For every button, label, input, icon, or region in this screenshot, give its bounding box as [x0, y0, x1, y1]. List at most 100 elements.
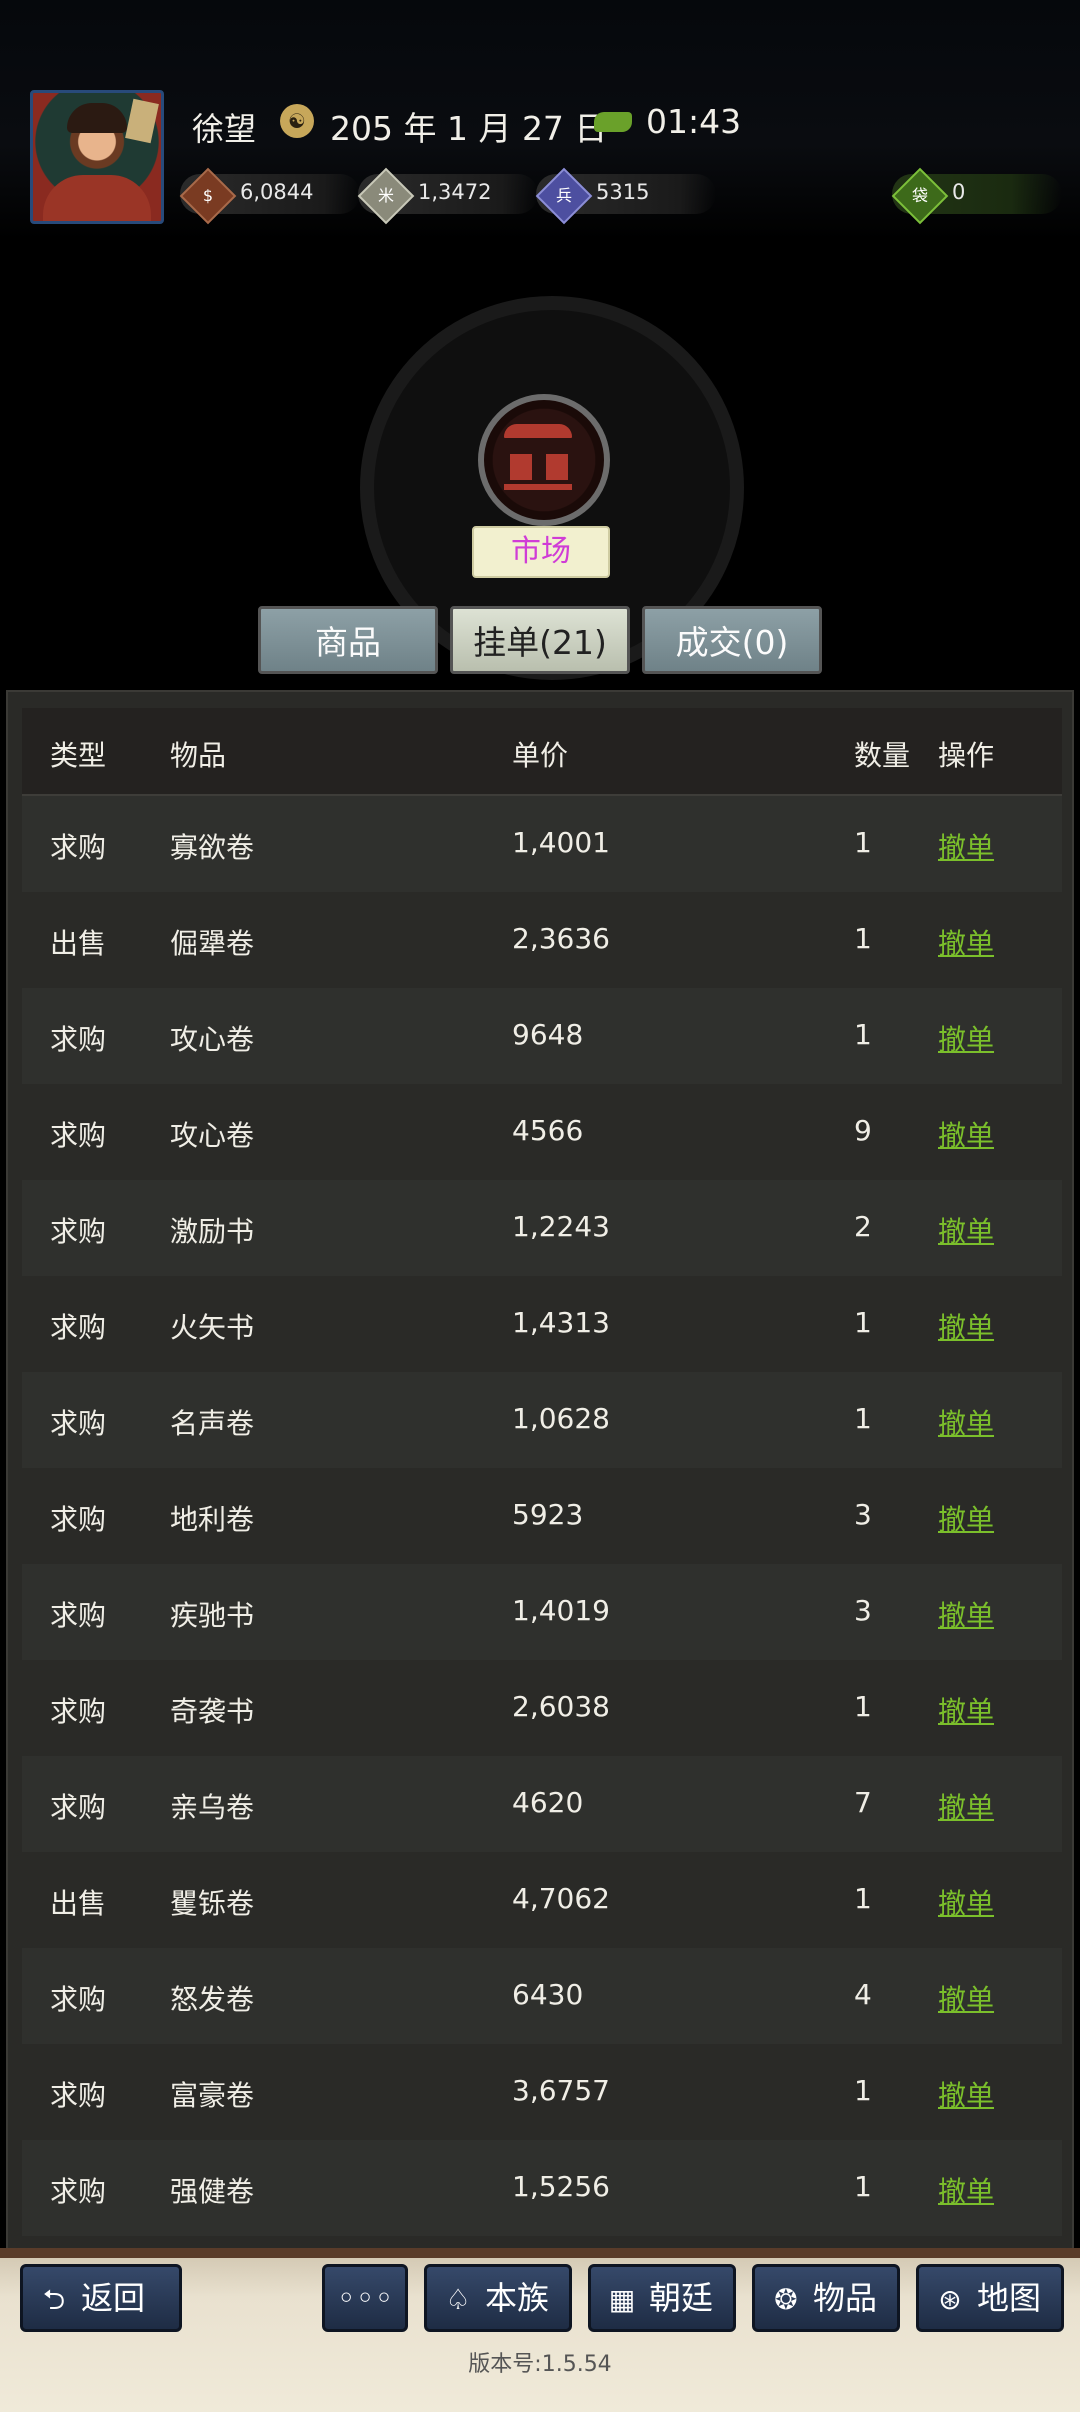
- table-row: 求购 怒发卷 6430 4 撤单: [22, 1948, 1062, 2044]
- cell-type: 求购: [50, 1311, 107, 1344]
- cell-price: 1,4313: [512, 1306, 610, 1339]
- cell-type: 出售: [50, 1887, 107, 1920]
- cell-type: 求购: [50, 831, 107, 864]
- cell-qty: 1: [854, 1306, 872, 1339]
- cancel-order-link[interactable]: 撤单: [938, 2074, 994, 2114]
- resource-soldier[interactable]: 兵 5315: [535, 167, 716, 225]
- cell-price: 1,2243: [512, 1210, 610, 1243]
- cell-item: 亲乌卷: [170, 1791, 255, 1824]
- cancel-order-link[interactable]: 撤单: [938, 1594, 994, 1634]
- table-row: 求购 寡欲卷 1,4001 1 撤单: [22, 796, 1062, 892]
- cell-type: 求购: [50, 1983, 107, 2016]
- cell-qty: 1: [854, 826, 872, 859]
- cell-qty: 3: [854, 1594, 872, 1627]
- game-time: 01:43: [646, 102, 742, 141]
- cell-price: 1,4001: [512, 826, 610, 859]
- cell-item: 倔犟卷: [170, 927, 255, 960]
- clan-button[interactable]: ♤ 本族: [424, 2264, 572, 2332]
- cancel-order-link[interactable]: 撤单: [938, 1210, 994, 1250]
- resource-coin[interactable]: $ 6,0844: [179, 167, 360, 225]
- cell-price: 6430: [512, 1978, 584, 2011]
- back-arrow-icon: ⮌: [42, 2283, 66, 2316]
- items-icon: ❂: [774, 2283, 798, 2316]
- avatar-hat: [67, 103, 127, 133]
- cell-item: 攻心卷: [170, 1119, 255, 1152]
- cancel-order-link[interactable]: 撤单: [938, 1306, 994, 1346]
- cell-type: 求购: [50, 1215, 107, 1248]
- cell-item: 火矢书: [170, 1311, 255, 1344]
- resource-bag[interactable]: 袋 0: [891, 167, 1062, 225]
- cell-type: 求购: [50, 1695, 107, 1728]
- cancel-order-link[interactable]: 撤单: [938, 1402, 994, 1442]
- cancel-order-link[interactable]: 撤单: [938, 1690, 994, 1730]
- cancel-order-link[interactable]: 撤单: [938, 826, 994, 866]
- court-icon: ▦: [608, 2283, 636, 2316]
- cell-type: 求购: [50, 1407, 107, 1440]
- resource-grain[interactable]: 米 1,3472: [357, 167, 538, 225]
- cell-qty: 1: [854, 1690, 872, 1723]
- cell-price: 4620: [512, 1786, 584, 1819]
- cell-qty: 1: [854, 1402, 872, 1435]
- table-row: 求购 亲乌卷 4620 7 撤单: [22, 1756, 1062, 1852]
- map-button[interactable]: ⊛ 地图: [916, 2264, 1064, 2332]
- cancel-order-link[interactable]: 撤单: [938, 1978, 994, 2018]
- table-row: 求购 疾驰书 1,4019 3 撤单: [22, 1564, 1062, 1660]
- cancel-order-link[interactable]: 撤单: [938, 1882, 994, 1922]
- cell-type: 出售: [50, 927, 107, 960]
- cell-type: 求购: [50, 1023, 107, 1056]
- table-row: 出售 矍铄卷 4,7062 1 撤单: [22, 1852, 1062, 1948]
- tab-goods[interactable]: 商品: [258, 606, 438, 674]
- table-header: 类型 物品 单价 数量 操作: [22, 708, 1062, 796]
- tab-orders[interactable]: 挂单(21): [450, 606, 630, 674]
- cell-price: 5923: [512, 1498, 584, 1531]
- cancel-order-link[interactable]: 撤单: [938, 922, 994, 962]
- player-name: 徐望: [192, 110, 257, 148]
- cancel-order-link[interactable]: 撤单: [938, 1018, 994, 1058]
- table-row: 求购 地利卷 5923 3 撤单: [22, 1468, 1062, 1564]
- player-avatar[interactable]: [30, 90, 164, 224]
- bottom-bar-trim: [0, 2248, 1080, 2258]
- cell-item: 地利卷: [170, 1503, 255, 1536]
- col-action: 操作: [938, 739, 995, 772]
- table-row: 求购 火矢书 1,4313 1 撤单: [22, 1276, 1062, 1372]
- version-label: 版本号:1.5.54: [468, 2352, 612, 2377]
- cell-type: 求购: [50, 2175, 107, 2208]
- cell-price: 4,7062: [512, 1882, 610, 1915]
- table-row: 求购 富豪卷 3,6757 1 撤单: [22, 2044, 1062, 2140]
- col-item: 物品: [170, 739, 227, 772]
- avatar-armor: [43, 175, 151, 221]
- cancel-order-link[interactable]: 撤单: [938, 1114, 994, 1154]
- cancel-order-link[interactable]: 撤单: [938, 1498, 994, 1538]
- court-button[interactable]: ▦ 朝廷: [588, 2264, 736, 2332]
- more-button[interactable]: ◦◦◦: [322, 2264, 408, 2332]
- game-date: 205 年 1 月 27 日: [330, 109, 608, 148]
- cell-qty: 1: [854, 922, 872, 955]
- cell-price: 9648: [512, 1018, 584, 1051]
- cancel-order-link[interactable]: 撤单: [938, 1786, 994, 1826]
- cell-item: 激励书: [170, 1215, 255, 1248]
- cell-item: 疾驰书: [170, 1599, 255, 1632]
- cell-item: 寡欲卷: [170, 831, 255, 864]
- col-type: 类型: [50, 739, 107, 772]
- cell-price: 1,0628: [512, 1402, 610, 1435]
- cell-price: 3,6757: [512, 2074, 610, 2107]
- items-button[interactable]: ❂ 物品: [752, 2264, 900, 2332]
- table-row: 求购 奇袭书 2,6038 1 撤单: [22, 1660, 1062, 1756]
- back-button[interactable]: ⮌ 返回: [20, 2264, 182, 2332]
- avatar-scroll: [125, 98, 159, 144]
- market-title: 市场: [472, 526, 610, 578]
- map-icon: ⊛: [938, 2283, 962, 2316]
- cell-qty: 1: [854, 1018, 872, 1051]
- cell-item: 富豪卷: [170, 2079, 255, 2112]
- cell-qty: 1: [854, 2170, 872, 2203]
- cancel-order-link[interactable]: 撤单: [938, 2170, 994, 2210]
- tab-deals[interactable]: 成交(0): [642, 606, 822, 674]
- cell-qty: 7: [854, 1786, 872, 1819]
- clan-icon: ♤: [445, 2283, 471, 2316]
- cell-type: 求购: [50, 2079, 107, 2112]
- cell-qty: 9: [854, 1114, 872, 1147]
- cell-item: 奇袭书: [170, 1695, 255, 1728]
- table-row: 求购 名声卷 1,0628 1 撤单: [22, 1372, 1062, 1468]
- cell-price: 1,4019: [512, 1594, 610, 1627]
- cell-type: 求购: [50, 1503, 107, 1536]
